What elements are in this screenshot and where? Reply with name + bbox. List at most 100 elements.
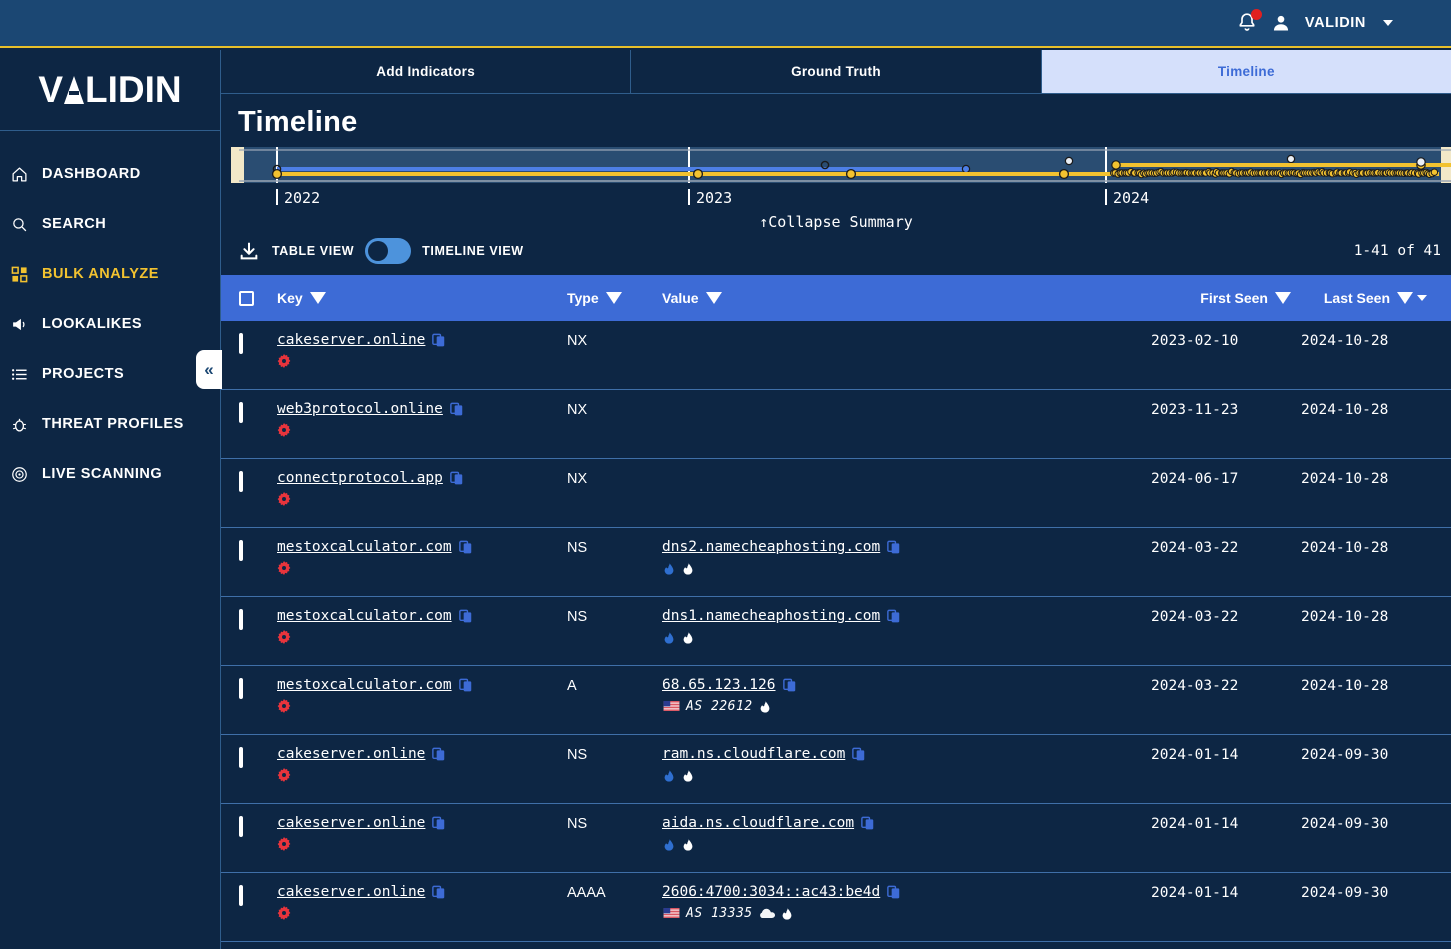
- row-checkbox[interactable]: [239, 816, 243, 837]
- filter-icon[interactable]: [309, 292, 326, 304]
- key-link[interactable]: mestoxcalculator.com: [277, 608, 452, 624]
- key-link[interactable]: cakeserver.online: [277, 332, 425, 348]
- copy-icon[interactable]: [432, 816, 446, 831]
- key-link[interactable]: mestoxcalculator.com: [277, 677, 452, 693]
- row-checkbox[interactable]: [239, 333, 243, 354]
- flame-white-icon[interactable]: [681, 630, 695, 645]
- brand-logo[interactable]: V LIDIN: [0, 50, 220, 131]
- copy-icon[interactable]: [782, 678, 797, 693]
- row-checkbox[interactable]: [239, 609, 243, 630]
- user-avatar-icon[interactable]: [1271, 13, 1291, 33]
- user-name-label[interactable]: VALIDIN: [1305, 15, 1366, 31]
- flame-blue-icon[interactable]: [662, 768, 676, 783]
- copy-icon[interactable]: [432, 333, 446, 348]
- table-view-label[interactable]: TABLE VIEW: [272, 244, 354, 258]
- table-row[interactable]: web3protocol.online NX 2023-11-23 2024-10-2…: [221, 390, 1451, 459]
- sidebar-item-projects[interactable]: PROJECTS: [0, 349, 220, 399]
- timeline-view-label[interactable]: TIMELINE VIEW: [422, 244, 524, 258]
- copy-icon[interactable]: [852, 747, 866, 762]
- filter-icon[interactable]: [605, 292, 622, 304]
- value-link[interactable]: dns1.namecheaphosting.com: [662, 608, 880, 624]
- row-checkbox[interactable]: [239, 471, 243, 492]
- cloud-icon[interactable]: [758, 907, 775, 919]
- table-row[interactable]: cakeserver.online NS ram.ns.cloudflare.com…: [221, 735, 1451, 804]
- tab-timeline[interactable]: Timeline: [1041, 50, 1451, 93]
- filter-icon[interactable]: [1397, 292, 1413, 304]
- value-link[interactable]: 68.65.123.126: [662, 677, 776, 693]
- table-row[interactable]: cakeserver.online NX 2023-02-10 2024-10-28: [221, 321, 1451, 390]
- flame-white-icon[interactable]: [780, 906, 794, 921]
- chevron-down-icon[interactable]: [1383, 20, 1393, 26]
- row-checkbox[interactable]: [239, 885, 243, 906]
- flame-white-icon[interactable]: [681, 561, 695, 576]
- sort-desc-icon[interactable]: [1417, 295, 1427, 301]
- range-handle-left: [231, 147, 244, 183]
- key-link[interactable]: cakeserver.online: [277, 746, 425, 762]
- flame-blue-icon[interactable]: [662, 837, 676, 852]
- collapse-summary-button[interactable]: ↑Collapse Summary: [221, 213, 1451, 231]
- copy-icon[interactable]: [432, 747, 446, 762]
- key-link[interactable]: cakeserver.online: [277, 884, 425, 900]
- table-row[interactable]: mestoxcalculator.com NS dns2.namecheaphost…: [221, 528, 1451, 597]
- cell-type: NS: [567, 539, 662, 557]
- sidebar-item-bulk-analyze[interactable]: BULK ANALYZE: [0, 249, 220, 299]
- copy-icon[interactable]: [458, 540, 473, 555]
- tab-ground-truth[interactable]: Ground Truth: [631, 50, 1042, 93]
- row-checkbox[interactable]: [239, 402, 243, 423]
- copy-icon[interactable]: [458, 609, 473, 624]
- row-checkbox[interactable]: [239, 747, 243, 768]
- value-link[interactable]: dns2.namecheaphosting.com: [662, 539, 880, 555]
- table-row[interactable]: mestoxcalculator.com A 68.65.123.126 AS 226…: [221, 666, 1451, 735]
- copy-icon[interactable]: [432, 885, 446, 900]
- value-link[interactable]: aida.ns.cloudflare.com: [662, 815, 854, 831]
- key-link[interactable]: mestoxcalculator.com: [277, 539, 452, 555]
- row-checkbox[interactable]: [239, 540, 243, 561]
- cell-value: ram.ns.cloudflare.com: [662, 746, 1151, 783]
- sidebar-item-threat-profiles[interactable]: THREAT PROFILES: [0, 399, 220, 449]
- table-row[interactable]: cakeserver.online AAAA 2606:4700:3034::ac4…: [221, 873, 1451, 942]
- table-row[interactable]: cakeserver.online NS aida.ns.cloudflare.co…: [221, 804, 1451, 873]
- tab-add-indicators[interactable]: Add Indicators: [221, 50, 632, 93]
- copy-icon[interactable]: [887, 609, 901, 624]
- key-link[interactable]: connectprotocol.app: [277, 470, 443, 486]
- notifications-button[interactable]: [1237, 9, 1262, 34]
- sidebar-collapse-button[interactable]: «: [196, 350, 222, 389]
- timeline-chart-svg[interactable]: 2022 2023 2024: [231, 147, 1451, 209]
- view-mode-toggle[interactable]: [365, 238, 412, 264]
- table-row[interactable]: mestoxcalculator.com NS dns1.namecheaphost…: [221, 597, 1451, 666]
- sidebar-item-search[interactable]: SEARCH: [0, 199, 220, 249]
- toggle-knob: [368, 241, 389, 261]
- copy-icon[interactable]: [887, 540, 901, 555]
- copy-icon[interactable]: [887, 885, 901, 900]
- copy-icon[interactable]: [450, 471, 464, 486]
- select-all-checkbox[interactable]: [239, 290, 254, 306]
- row-checkbox[interactable]: [239, 678, 243, 699]
- filter-icon[interactable]: [705, 292, 722, 304]
- flame-white-icon[interactable]: [681, 768, 695, 783]
- sidebar-item-dashboard[interactable]: DASHBOARD: [0, 149, 220, 199]
- copy-icon[interactable]: [450, 402, 464, 417]
- flame-white-icon[interactable]: [681, 837, 695, 852]
- sidebar-item-lookalikes[interactable]: LOOKALIKES: [0, 299, 220, 349]
- timeline-chart[interactable]: 2022 2023 2024: [231, 147, 1451, 209]
- column-header-value[interactable]: Value: [662, 290, 1151, 306]
- table-row[interactable]: connectprotocol.app NX 2024-06-17 2024-10-2…: [221, 459, 1451, 528]
- value-link[interactable]: ram.ns.cloudflare.com: [662, 746, 845, 762]
- flame-white-icon[interactable]: [758, 699, 772, 714]
- sidebar-item-live-scanning[interactable]: LIVE SCANNING: [0, 449, 220, 499]
- column-header-key[interactable]: Key: [277, 290, 567, 306]
- cell-last-seen: 2024-09-30: [1301, 884, 1451, 902]
- download-icon[interactable]: [238, 240, 260, 262]
- column-header-type[interactable]: Type: [567, 290, 662, 306]
- value-link[interactable]: 2606:4700:3034::ac43:be4d: [662, 884, 880, 900]
- app-root: VALIDIN V LIDIN DASHBOARD SEARCH BULK AN…: [0, 0, 1451, 949]
- copy-icon[interactable]: [458, 678, 473, 693]
- filter-icon[interactable]: [1275, 292, 1291, 304]
- column-header-first-seen[interactable]: First Seen: [1151, 290, 1301, 306]
- column-header-last-seen[interactable]: Last Seen: [1301, 290, 1451, 306]
- flame-blue-icon[interactable]: [662, 630, 676, 645]
- copy-icon[interactable]: [861, 816, 875, 831]
- flame-blue-icon[interactable]: [662, 561, 676, 576]
- key-link[interactable]: web3protocol.online: [277, 401, 443, 417]
- key-link[interactable]: cakeserver.online: [277, 815, 425, 831]
